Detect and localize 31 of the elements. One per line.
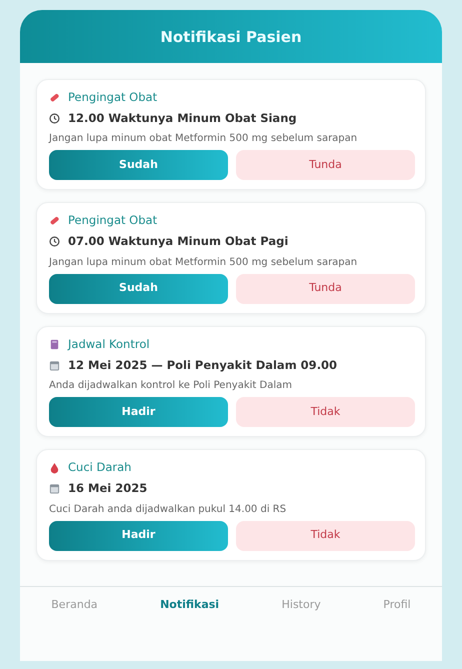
notification-message: Jangan lupa minum obat Metformin 500 mg sebelum sarapan [49,256,358,270]
app-header: Notifikasi Pasien [20,10,442,62]
clock-icon [49,236,60,248]
decline-button[interactable]: Tunda [236,150,415,180]
nav-tab[interactable]: Beranda [51,586,98,623]
confirm-button[interactable]: Hadir [49,520,228,550]
clock-icon [49,112,60,124]
category-label: Jadwal Kontrol [68,336,150,352]
notification-title: 12 Mei 2025 — Poli Penyakit Dalam 09.00 [68,356,338,374]
notification-title: 12.00 Waktunya Minum Obat Siang [68,110,297,127]
calendar-icon [49,483,60,494]
calendar-icon [49,360,60,371]
decline-button[interactable]: Tunda [236,274,415,304]
notification-title: 16 Mei 2025 [68,480,148,498]
category-label: Pengingat Obat [68,88,158,106]
category-label: Pengingat Obat [68,212,158,229]
decline-button[interactable]: Tidak [236,520,415,550]
nav-tab[interactable]: Notifikasi [160,586,220,623]
decline-button[interactable]: Tidak [236,397,415,427]
notification-message: Jangan lupa minum obat Metformin 500 mg sebelum sarapan [49,132,358,146]
book-icon [49,338,60,350]
nav-tab[interactable]: Profil [383,586,411,623]
drop-icon [49,462,60,474]
confirm-button[interactable]: Sudah [49,274,228,304]
category-label: Cuci Darah [68,459,132,476]
notification-message: Anda dijadwalkan kontrol ke Poli Penyakit Dalam [49,379,293,393]
nav-tab[interactable]: History [282,586,321,623]
confirm-button[interactable]: Sudah [49,150,228,180]
notification-message: Cuci Darah anda dijadwalkan pukul 14.00 di RS [49,502,288,516]
notification-title: 07.00 Waktunya Minum Obat Pagi [68,233,288,250]
confirm-button[interactable]: Hadir [49,397,228,427]
